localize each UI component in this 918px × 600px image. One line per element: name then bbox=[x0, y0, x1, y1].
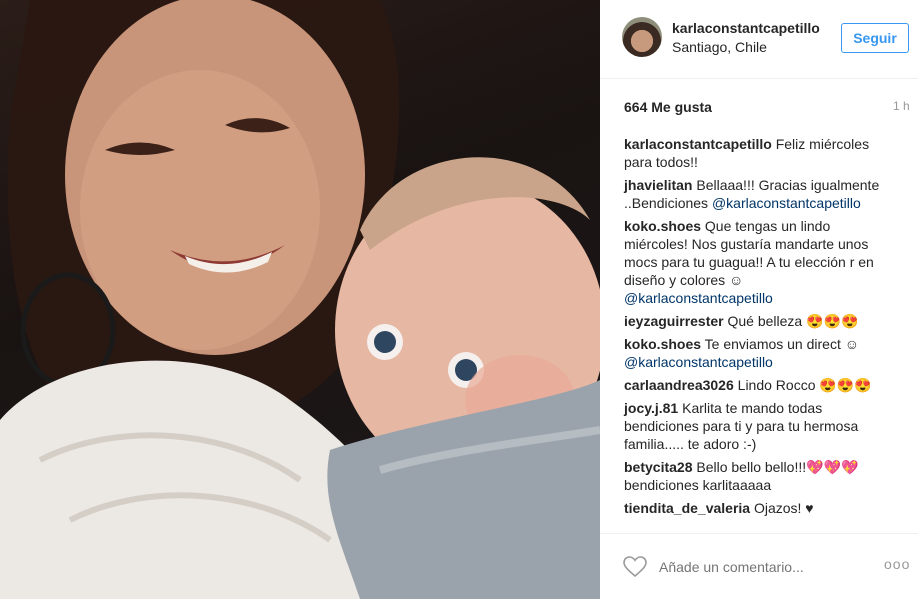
comment-input[interactable] bbox=[657, 556, 851, 578]
comment-username[interactable]: jocy.j.81 bbox=[624, 400, 678, 416]
comment-text: Te enviamos un direct ☺ bbox=[701, 336, 860, 352]
post-time: 1 h bbox=[893, 99, 910, 113]
comment-item: jhavielitan Bellaaa!!! Gracias igualment… bbox=[624, 176, 894, 212]
comment-item: carlaandrea3026 Lindo Rocco 😍😍😍 bbox=[624, 376, 894, 394]
comment-username[interactable]: karlaconstantcapetillo bbox=[624, 136, 772, 152]
comment-item: karlaconstantcapetillo Feliz miércoles p… bbox=[624, 135, 894, 171]
likes-count[interactable]: 664 Me gusta bbox=[624, 99, 712, 115]
post-photo[interactable] bbox=[0, 0, 600, 599]
comment-bar: ooo bbox=[600, 533, 918, 600]
comment-item: tiendita_de_valeria Ojazos! ♥ bbox=[624, 499, 894, 517]
comment-item: jocy.j.81 Karlita te mando todas bendici… bbox=[624, 399, 894, 453]
comment-item: betycita28 Bello bello bello!!!💖💖💖 bendi… bbox=[624, 458, 894, 494]
comments-list: karlaconstantcapetillo Feliz miércoles p… bbox=[624, 135, 894, 522]
comment-mention[interactable]: @karlaconstantcapetillo bbox=[624, 354, 773, 370]
comment-item: ieyzaguirrester Qué belleza 😍😍😍 bbox=[624, 312, 894, 330]
heart-icon[interactable] bbox=[623, 556, 647, 578]
comment-username[interactable]: koko.shoes bbox=[624, 336, 701, 352]
post-author-username[interactable]: karlaconstantcapetillo bbox=[672, 20, 820, 36]
comment-username[interactable]: jhavielitan bbox=[624, 177, 692, 193]
comment-username[interactable]: tiendita_de_valeria bbox=[624, 500, 750, 516]
post-sidebar: karlaconstantcapetillo Santiago, Chile S… bbox=[600, 0, 918, 599]
comment-username[interactable]: betycita28 bbox=[624, 459, 692, 475]
comment-text: Lindo Rocco 😍😍😍 bbox=[733, 377, 872, 393]
follow-button[interactable]: Seguir bbox=[841, 23, 909, 53]
comment-username[interactable]: ieyzaguirrester bbox=[624, 313, 724, 329]
comment-username[interactable]: koko.shoes bbox=[624, 218, 701, 234]
comment-text: Qué belleza 😍😍😍 bbox=[723, 313, 859, 329]
comment-username[interactable]: carlaandrea3026 bbox=[624, 377, 734, 393]
comment-mention[interactable]: @karlaconstantcapetillo bbox=[624, 290, 773, 306]
comment-item: koko.shoes Que tengas un lindo miércoles… bbox=[624, 217, 894, 307]
avatar[interactable] bbox=[622, 17, 662, 57]
post-header: karlaconstantcapetillo Santiago, Chile S… bbox=[600, 0, 918, 79]
photo-illustration bbox=[0, 0, 600, 599]
comment-mention[interactable]: @karlaconstantcapetillo bbox=[712, 195, 861, 211]
post-location[interactable]: Santiago, Chile bbox=[672, 39, 767, 55]
comment-text: Ojazos! ♥ bbox=[750, 500, 814, 516]
more-options-icon[interactable]: ooo bbox=[884, 556, 910, 572]
comment-item: koko.shoes Te enviamos un direct ☺ @karl… bbox=[624, 335, 894, 371]
